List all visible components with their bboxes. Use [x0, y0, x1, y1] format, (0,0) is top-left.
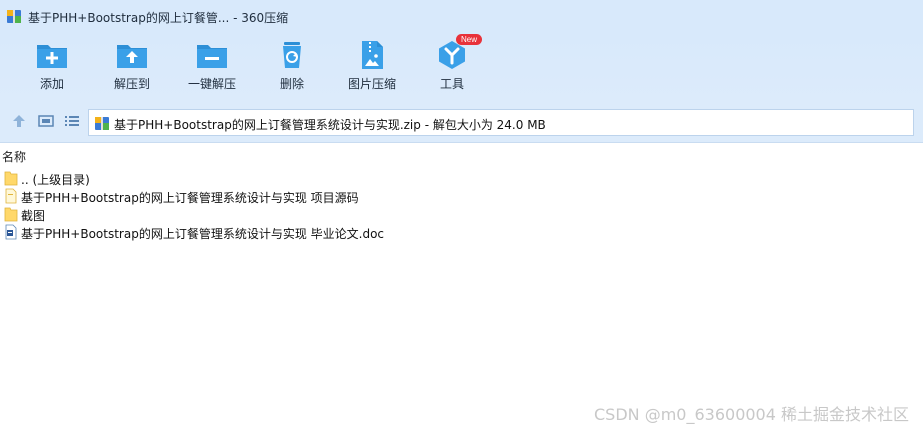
up-arrow-icon[interactable]: [11, 113, 27, 129]
image-compress-icon: [362, 41, 383, 69]
address-bar: 基于PHH+Bootstrap的网上订餐管理系统设计与实现.zip - 解包大小…: [0, 102, 923, 143]
path-text: 基于PHH+Bootstrap的网上订餐管理系统设计与实现.zip - 解包大小…: [114, 118, 546, 132]
list-view-icon[interactable]: [64, 113, 80, 129]
one-click-extract-label: 一键解压: [187, 77, 236, 91]
column-header-name[interactable]: 名称: [2, 148, 26, 165]
add-label: 添加: [39, 77, 64, 91]
add-folder-icon: [37, 45, 67, 68]
image-compress-label: 图片压缩: [347, 77, 396, 91]
add-button[interactable]: 添加: [16, 38, 88, 100]
image-compress-button[interactable]: 图片压缩: [336, 38, 408, 100]
toolbar: 添加 解压到 一键解压 删除 图片压缩 New 工具: [0, 34, 923, 102]
thumbnail-view-icon[interactable]: [38, 113, 54, 129]
recycle-bin-icon: [283, 42, 301, 68]
folder-icon: [4, 171, 18, 186]
delete-label: 删除: [279, 77, 304, 91]
new-badge: New: [456, 34, 483, 45]
tools-label: 工具: [439, 77, 464, 91]
path-field[interactable]: 基于PHH+Bootstrap的网上订餐管理系统设计与实现.zip - 解包大小…: [88, 109, 914, 136]
watermark: CSDN @m0_63600004 稀土掘金技术社区: [594, 405, 909, 424]
extract-to-button[interactable]: 解压到: [96, 38, 168, 100]
folder-icon: [4, 207, 18, 222]
list-item-name: 截图: [21, 209, 46, 223]
tools-button[interactable]: New 工具: [416, 34, 488, 100]
list-item-name: 基于PHH+Bootstrap的网上订餐管理系统设计与实现 毕业论文.doc: [21, 227, 385, 241]
delete-button[interactable]: 删除: [256, 38, 328, 100]
extract-to-folder-icon: [117, 45, 147, 68]
word-doc-icon: [5, 224, 17, 240]
file-icon: [5, 188, 17, 204]
title-bar: 基于PHH+Bootstrap的网上订餐管... - 360压缩: [0, 0, 923, 34]
one-click-extract-icon: [197, 45, 227, 68]
archive-app-icon: [7, 10, 21, 23]
list-item-name: 基于PHH+Bootstrap的网上订餐管理系统设计与实现 项目源码: [21, 191, 359, 205]
extract-to-label: 解压到: [113, 77, 150, 91]
one-click-extract-button[interactable]: 一键解压: [176, 38, 248, 100]
window-title: 基于PHH+Bootstrap的网上订餐管... - 360压缩: [28, 11, 289, 25]
file-list: 名称 .. (上级目录) 基于PHH+Bootstrap的网上订餐管理系统设计与…: [0, 143, 923, 437]
zip-archive-icon: [95, 117, 109, 130]
list-item-name: .. (上级目录): [21, 173, 90, 187]
